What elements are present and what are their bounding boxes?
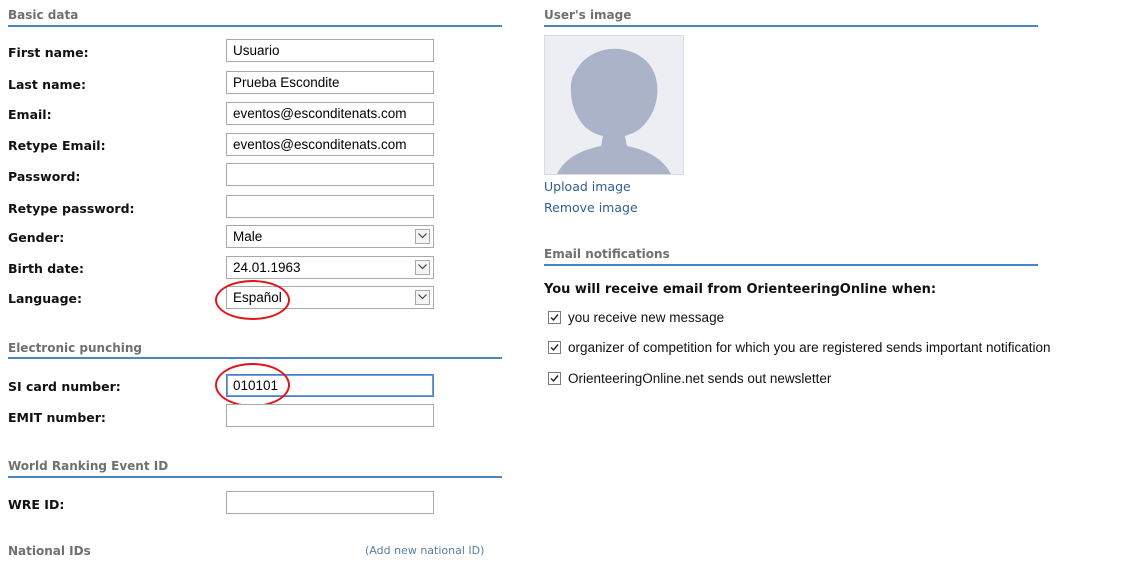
- checkbox[interactable]: [548, 372, 561, 385]
- section-divider: [8, 357, 502, 359]
- section-divider: [544, 25, 1038, 27]
- password-input[interactable]: [226, 163, 434, 186]
- remove-image-link[interactable]: Remove image: [544, 200, 638, 215]
- birth-date-label: Birth date:: [8, 261, 85, 276]
- birth-date-select[interactable]: 24.01.1963: [226, 256, 434, 279]
- section-title-electronic-punching: Electronic punching: [8, 341, 142, 355]
- gender-select-value: Male: [233, 229, 263, 244]
- upload-image-link[interactable]: Upload image: [544, 179, 631, 194]
- password-label: Password:: [8, 169, 81, 184]
- gender-select[interactable]: Male: [226, 225, 434, 248]
- last-name-label: Last name:: [8, 77, 87, 92]
- last-name-input[interactable]: Prueba Escondite: [226, 71, 434, 94]
- emit-number-label: EMIT number:: [8, 410, 106, 425]
- wre-id-input[interactable]: [226, 491, 434, 514]
- chevron-down-icon[interactable]: [415, 229, 430, 244]
- gender-label: Gender:: [8, 230, 65, 245]
- notification-option-label: you receive new message: [568, 310, 725, 325]
- section-title-national-ids: National IDs: [8, 544, 91, 558]
- avatar: [544, 35, 684, 175]
- language-select[interactable]: Español: [226, 286, 434, 309]
- birth-date-select-value: 24.01.1963: [233, 260, 301, 275]
- first-name-label: First name:: [8, 45, 89, 60]
- checkmark-icon: [550, 375, 559, 383]
- emit-number-input[interactable]: [226, 404, 434, 427]
- retype-password-label: Retype password:: [8, 201, 135, 216]
- wre-id-label: WRE ID:: [8, 497, 65, 512]
- email-label: Email:: [8, 107, 52, 122]
- retype-password-input[interactable]: [226, 195, 434, 218]
- section-title-users-image: User's image: [544, 8, 632, 22]
- section-title-world-ranking: World Ranking Event ID: [8, 459, 169, 473]
- section-divider: [8, 25, 502, 27]
- section-divider: [8, 476, 502, 478]
- language-label: Language:: [8, 291, 83, 306]
- chevron-down-icon[interactable]: [415, 290, 430, 305]
- notifications-heading: You will receive email from Orienteering…: [544, 282, 937, 297]
- email-input[interactable]: eventos@esconditenats.com: [226, 102, 434, 125]
- section-title-email-notifications: Email notifications: [544, 247, 670, 261]
- notification-option-label: OrienteeringOnline.net sends out newslet…: [568, 371, 832, 386]
- add-national-id-link[interactable]: (Add new national ID): [365, 544, 484, 557]
- checkbox[interactable]: [548, 311, 561, 324]
- si-card-label: SI card number:: [8, 379, 121, 394]
- section-title-basic-data: Basic data: [8, 8, 79, 22]
- checkmark-icon: [550, 344, 559, 352]
- section-divider: [544, 264, 1038, 266]
- language-select-value: Español: [233, 290, 282, 305]
- notification-option-label: organizer of competition for which you a…: [568, 340, 1051, 355]
- retype-email-input[interactable]: eventos@esconditenats.com: [226, 133, 434, 156]
- checkmark-icon: [550, 314, 559, 322]
- default-avatar-silhouette-icon: [557, 48, 671, 174]
- si-card-input[interactable]: 010101: [226, 374, 434, 397]
- chevron-down-icon[interactable]: [415, 260, 430, 275]
- retype-email-label: Retype Email:: [8, 138, 106, 153]
- checkbox[interactable]: [548, 341, 561, 354]
- first-name-input[interactable]: Usuario: [226, 39, 434, 62]
